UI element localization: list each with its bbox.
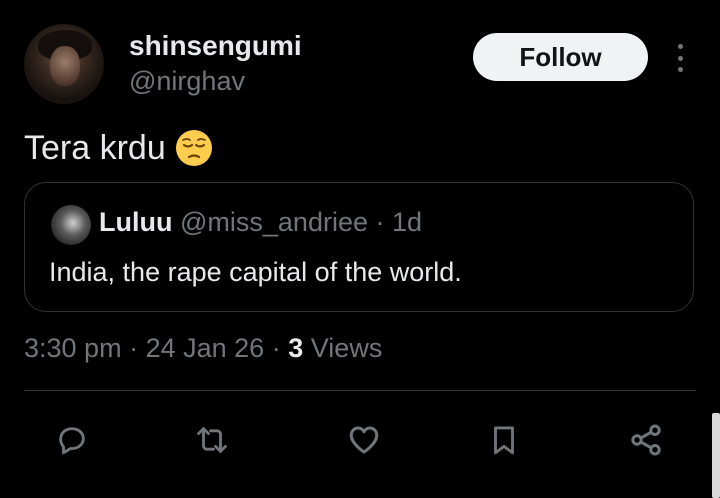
more-dot (677, 55, 683, 61)
more-options-icon[interactable] (668, 40, 692, 76)
meta-separator: · (271, 333, 281, 363)
repost-icon[interactable] (190, 418, 234, 462)
divider (24, 390, 696, 391)
bookmark-icon[interactable] (482, 418, 526, 462)
action-bar (0, 412, 720, 468)
post-text: Tera krdu (24, 128, 166, 167)
like-icon[interactable] (342, 418, 386, 462)
views-label: Views (310, 333, 383, 363)
pensive-face-emoji (175, 130, 212, 166)
quoted-text: India, the rape capital of the world. (49, 257, 462, 287)
author-avatar[interactable] (24, 24, 104, 104)
post-time[interactable]: 3:30 pm (24, 333, 122, 363)
author-handle[interactable]: @nirghav (129, 66, 245, 97)
post-meta: 3:30 pm · 24 Jan 26 · 3 Views (24, 333, 382, 364)
avatar-face (50, 46, 80, 86)
more-dot (677, 67, 683, 72)
post-date[interactable]: 24 Jan 26 (146, 333, 265, 363)
quoted-handle[interactable]: @miss_andriee (180, 207, 368, 237)
meta-separator: · (129, 333, 139, 363)
quoted-post[interactable]: Luluu @miss_andriee · 1d India, the rape… (24, 182, 694, 312)
quoted-separator: · (375, 207, 385, 237)
views-count: 3 (288, 333, 304, 363)
quoted-name[interactable]: Luluu (99, 207, 172, 237)
more-dot (677, 44, 683, 49)
author-name[interactable]: shinsengumi (129, 30, 302, 62)
post-text-row: Tera krdu (24, 128, 214, 168)
reply-icon[interactable] (50, 418, 94, 462)
quoted-age[interactable]: 1d (392, 207, 422, 237)
share-icon[interactable] (624, 418, 668, 462)
quoted-avatar[interactable] (51, 205, 91, 245)
quoted-header: Luluu @miss_andriee · 1d (99, 207, 422, 238)
follow-button[interactable]: Follow (473, 33, 648, 81)
scrollbar[interactable] (712, 413, 720, 498)
